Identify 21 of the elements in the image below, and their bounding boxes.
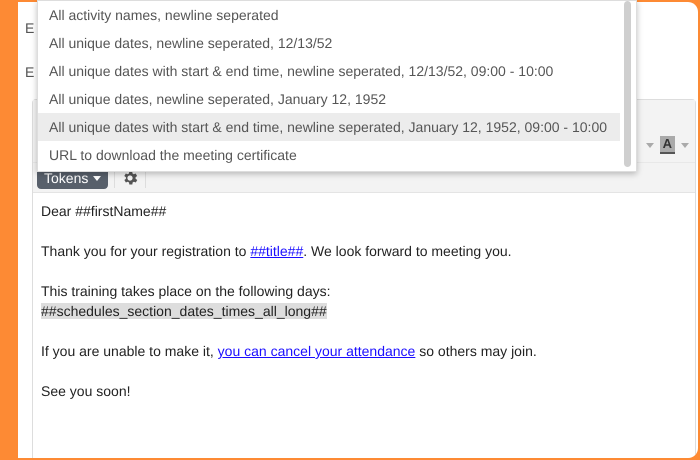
- email-text: See you soon!: [41, 382, 132, 401]
- email-text: This training takes place on the following days:: [41, 282, 332, 301]
- caret-icon[interactable]: [681, 142, 689, 148]
- email-text: ##schedules_section_dates_times_all_long##: [41, 302, 328, 321]
- dropdown-item[interactable]: All unique dates, newline seperated, 12/13/52: [38, 29, 620, 57]
- dropdown-item[interactable]: All unique dates, newline seperated, January 12, 1952: [38, 85, 620, 113]
- link[interactable]: you can cancel your attendance: [218, 343, 416, 359]
- dropdown-item[interactable]: All activity names, newline seperated: [38, 1, 620, 29]
- font-color-button[interactable]: A: [660, 136, 675, 154]
- email-text: If you are unable to make it, you can cancel your attendance so others may join.: [41, 342, 538, 361]
- email-text: Dear ##firstName##: [41, 202, 168, 221]
- link[interactable]: ##title##: [250, 243, 304, 259]
- email-text: Thank you for your registration to ##title##. We look forward to meeting you.: [41, 242, 513, 261]
- caret-icon: [93, 176, 102, 180]
- scrollbar[interactable]: [624, 1, 631, 167]
- dropdown-item[interactable]: URL to download the meeting certificate: [38, 141, 620, 169]
- dropdown-item[interactable]: All unique dates with start & end time, newline seperated, January 12, 1952, 09:00 - 10:00: [38, 113, 620, 141]
- field-label: E: [25, 20, 34, 36]
- dropdown-item[interactable]: All unique dates with start & end time, newline seperated, 12/13/52, 09:00 - 10:00: [38, 57, 620, 85]
- caret-icon[interactable]: [646, 142, 654, 148]
- field-label: E: [25, 64, 34, 80]
